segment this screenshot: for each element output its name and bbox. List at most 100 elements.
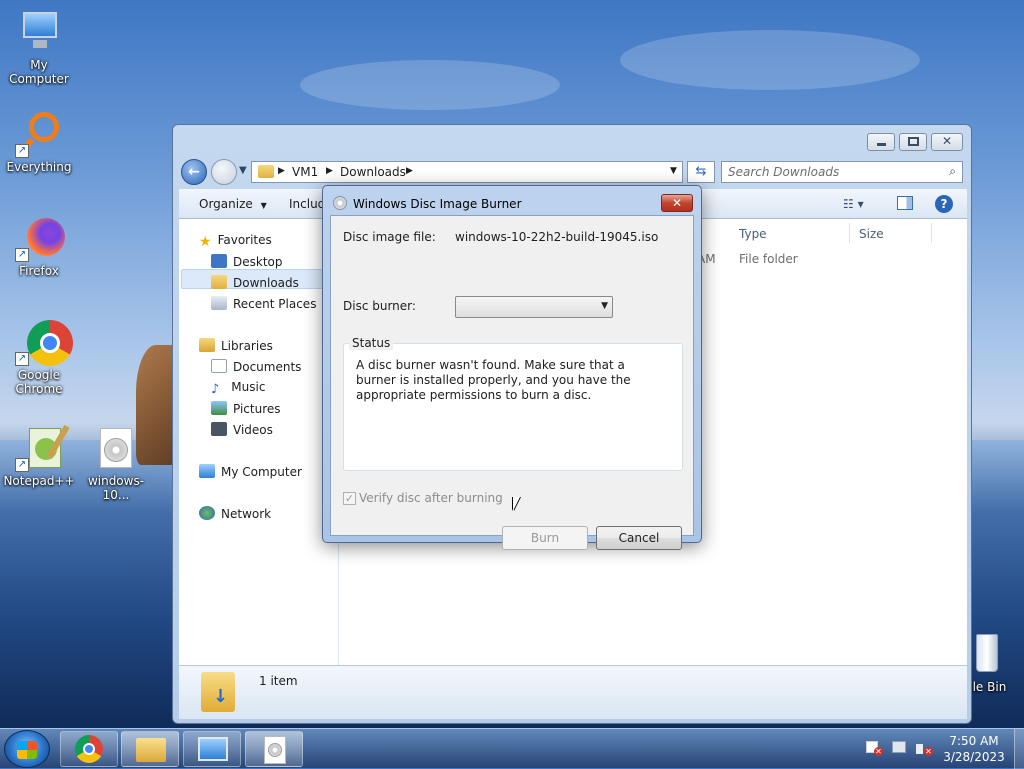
- shortcut-arrow-icon: ↗: [15, 352, 29, 366]
- nav-label: Music: [231, 380, 266, 394]
- firefox-icon: ↗: [15, 214, 65, 262]
- volume-muted-icon[interactable]: ✕: [916, 741, 933, 757]
- help-icon[interactable]: ?: [935, 195, 953, 213]
- downloads-folder-large-icon: ↓: [201, 672, 235, 712]
- desktop-icon-iso-file[interactable]: windows-10...: [78, 424, 154, 502]
- disc-burner-select[interactable]: ▼: [455, 296, 613, 318]
- cancel-button[interactable]: Cancel: [596, 526, 682, 550]
- desktop-icon-label: Firefox: [19, 264, 59, 278]
- nav-documents[interactable]: Documents: [211, 359, 301, 374]
- breadcrumb-downloads[interactable]: Downloads: [340, 165, 406, 179]
- column-header-type[interactable]: Type: [739, 227, 767, 241]
- nav-favorites[interactable]: ★ Favorites: [199, 233, 272, 250]
- burn-button[interactable]: Burn: [502, 526, 588, 550]
- taskbar-chrome[interactable]: [60, 731, 118, 767]
- include-in-library-menu[interactable]: Includ: [289, 197, 325, 211]
- shortcut-arrow-icon: ↗: [15, 248, 29, 262]
- wallpaper-cloud: [620, 30, 920, 90]
- breadcrumb-separator: ▶: [278, 166, 285, 176]
- refresh-button[interactable]: ⇆: [687, 161, 715, 183]
- control-panel-icon: [198, 737, 228, 761]
- nav-label: Downloads: [233, 276, 299, 290]
- organize-label: Organize: [199, 197, 253, 211]
- disc-image-burner-dialog[interactable]: Windows Disc Image Burner ✕ Disc image f…: [322, 185, 702, 550]
- network-icon: [199, 506, 215, 520]
- taskbar-disc-burner[interactable]: [245, 731, 303, 767]
- taskbar-control-panel[interactable]: [183, 731, 241, 767]
- action-center-flag-icon[interactable]: ✕: [866, 741, 883, 757]
- windows-logo-icon: [17, 741, 37, 759]
- close-icon: ✕: [671, 196, 683, 210]
- nav-my-computer[interactable]: My Computer: [199, 464, 302, 479]
- recent-pages-dropdown-icon[interactable]: ▼: [239, 165, 247, 176]
- dialog-close-button[interactable]: ✕: [661, 194, 693, 212]
- disc-burner-app-icon: [333, 196, 347, 210]
- nav-network[interactable]: Network: [199, 506, 271, 521]
- column-divider: [931, 223, 932, 243]
- libraries-icon: [199, 338, 215, 352]
- nav-music[interactable]: ♪ Music: [211, 380, 266, 397]
- view-options-icon[interactable]: ☷ ▾: [843, 197, 864, 211]
- verify-disc-label: Verify disc after burning: [359, 491, 503, 505]
- nav-pictures[interactable]: Pictures: [211, 401, 281, 416]
- breadcrumb-separator: ▶: [406, 166, 413, 176]
- nav-label: Pictures: [233, 402, 281, 416]
- music-note-icon: ♪: [211, 382, 220, 397]
- dialog-title: Windows Disc Image Burner: [353, 197, 522, 211]
- navigation-pane: ★ Favorites Desktop Downloads Recent Plac…: [179, 219, 339, 665]
- nav-label: Recent Places: [233, 297, 317, 311]
- preview-pane-icon[interactable]: [897, 196, 913, 210]
- dialog-body: Disc image file: windows-10-22h2-build-1…: [330, 215, 694, 550]
- column-divider: [849, 223, 850, 243]
- desktop-icon-my-computer[interactable]: My Computer: [1, 8, 77, 86]
- nav-downloads[interactable]: Downloads: [211, 275, 299, 290]
- nav-desktop[interactable]: Desktop: [211, 254, 283, 269]
- recycle-bin-icon: [972, 630, 1002, 678]
- show-desktop-button[interactable]: [1014, 729, 1024, 769]
- folder-icon: [136, 738, 166, 762]
- close-button[interactable]: ✕: [931, 133, 963, 151]
- shortcut-arrow-icon: ↗: [15, 144, 29, 158]
- desktop-icon-notepad-plus-plus[interactable]: ↗ Notepad++: [1, 424, 77, 488]
- desktop-icon-firefox[interactable]: ↗ Firefox: [1, 214, 77, 278]
- breadcrumb-vm1[interactable]: VM1: [292, 165, 318, 179]
- forward-button[interactable]: [211, 159, 237, 185]
- recent-places-icon: [211, 296, 227, 310]
- column-header-size[interactable]: Size: [859, 227, 884, 241]
- documents-icon: [211, 359, 227, 373]
- minimize-button[interactable]: [867, 133, 895, 151]
- everything-icon: ↗: [15, 110, 63, 158]
- downloads-folder-icon: [211, 275, 227, 289]
- back-arrow-icon: ←: [188, 164, 200, 180]
- taskbar-file-explorer[interactable]: [121, 731, 179, 767]
- computer-icon: [199, 464, 215, 478]
- search-input[interactable]: Search Downloads ⌕: [721, 161, 963, 183]
- item-count: 1 item: [259, 674, 298, 688]
- desktop-icon-label: Google Chrome: [15, 368, 63, 396]
- search-icon: ⌕: [949, 164, 956, 178]
- computer-icon: [15, 8, 63, 56]
- verify-disc-checkbox[interactable]: ✓: [343, 492, 356, 505]
- network-icon[interactable]: [892, 741, 908, 757]
- chevron-down-icon: ▼: [601, 301, 608, 311]
- disc-image-file-icon: [92, 424, 140, 472]
- address-dropdown-icon[interactable]: ▼: [670, 166, 677, 176]
- desktop-icon-everything[interactable]: ↗ Everything: [1, 110, 77, 174]
- start-button[interactable]: [4, 730, 50, 768]
- nav-videos[interactable]: Videos: [211, 422, 273, 437]
- nav-recent-places[interactable]: Recent Places: [211, 296, 316, 311]
- folder-icon: [258, 165, 274, 178]
- organize-menu[interactable]: Organize ▼: [199, 197, 267, 211]
- shortcut-arrow-icon: ↗: [15, 458, 29, 472]
- taskbar: ✕ ✕ 7:50 AM 3/28/2023: [0, 728, 1024, 769]
- taskbar-clock[interactable]: 7:50 AM 3/28/2023: [940, 733, 1008, 765]
- back-button[interactable]: ←: [181, 159, 207, 185]
- nav-label: My Computer: [221, 465, 302, 479]
- chrome-icon: ↗: [15, 318, 73, 366]
- address-bar[interactable]: ▶ VM1 ▶ Downloads ▶ ▼: [251, 161, 683, 183]
- nav-libraries[interactable]: Libraries: [199, 338, 273, 353]
- maximize-button[interactable]: [899, 133, 927, 151]
- chrome-icon-center: [83, 743, 95, 755]
- desktop-icon-google-chrome[interactable]: ↗ Google Chrome: [1, 318, 77, 396]
- desktop-icon: [211, 254, 227, 268]
